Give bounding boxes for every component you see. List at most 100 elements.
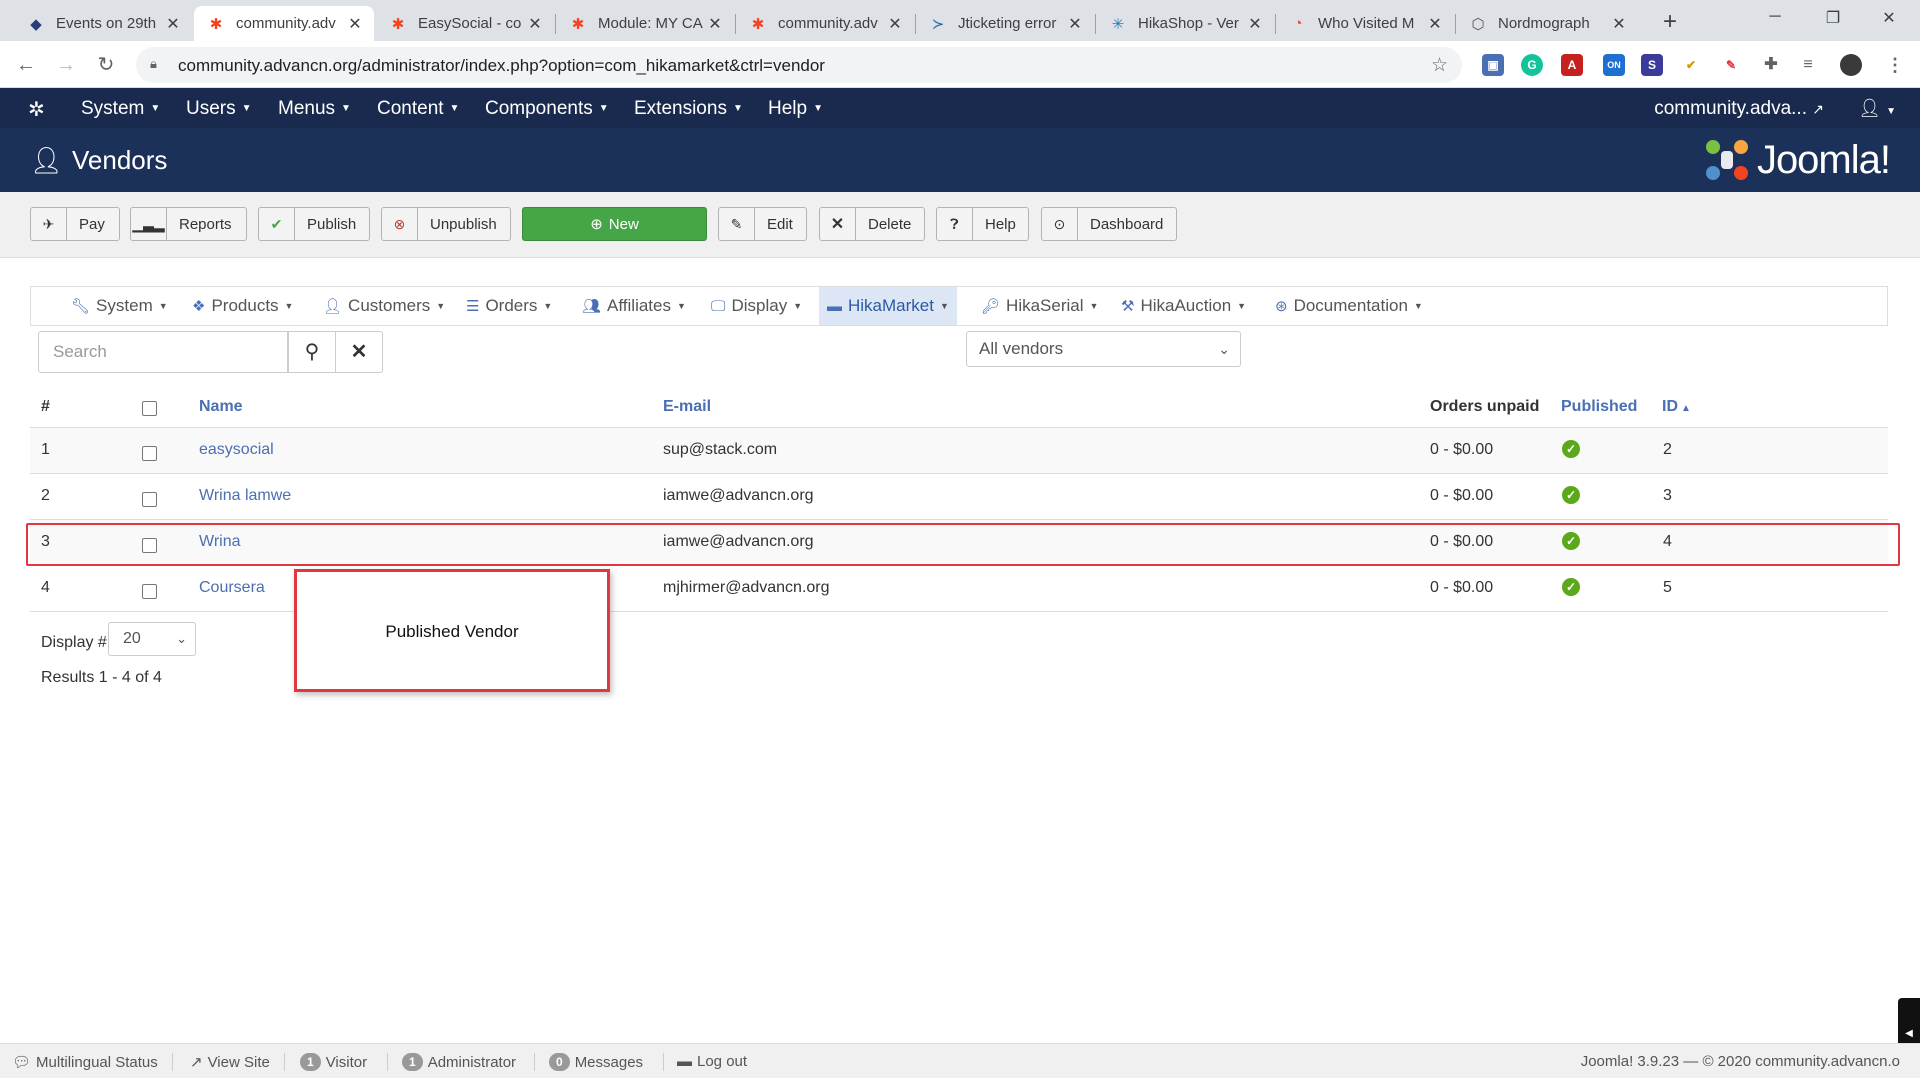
caret-down-icon: ▼	[598, 103, 609, 114]
header-name[interactable]: Name	[199, 398, 243, 416]
joomla-logo-icon	[1705, 140, 1748, 180]
circle-icon: ◔	[1293, 15, 1303, 32]
administrators-status[interactable]: 1 Administrator	[402, 1053, 516, 1071]
bookmark-star-icon[interactable]: ☆	[1431, 54, 1448, 77]
dashboard-icon: ⊙	[1042, 208, 1078, 240]
profile-avatar[interactable]	[1840, 54, 1862, 76]
browser-tab[interactable]: ✱ EasySocial - co ✕	[376, 6, 554, 41]
extension-icon[interactable]: ▣	[1482, 54, 1504, 76]
multilingual-status-link[interactable]: 💬︎ Multilingual Status	[12, 1053, 158, 1072]
browser-tab[interactable]: ✱ community.adv ✕	[736, 6, 914, 41]
close-window-icon[interactable]: ✕	[1874, 8, 1904, 28]
row-checkbox[interactable]	[142, 492, 157, 507]
close-icon[interactable]: ✕	[164, 14, 182, 34]
published-check-icon[interactable]: ✓	[1562, 486, 1580, 504]
pay-button[interactable]: ✈ Pay	[30, 207, 120, 241]
browser-tab[interactable]: ⬡ Nordmograph ✕	[1456, 6, 1638, 41]
hm-products[interactable]: ❖ Products ▼	[184, 287, 301, 325]
joomla-logo-icon[interactable]: ✲	[28, 97, 45, 122]
pdf-icon[interactable]: A	[1561, 54, 1583, 76]
hm-hikaauction[interactable]: ⚒ HikaAuction ▼	[1113, 287, 1254, 325]
select-all-checkbox[interactable]	[142, 401, 157, 416]
vendor-name-link[interactable]: Coursera	[199, 579, 265, 597]
hm-display[interactable]: 🖵︎ Display ▼	[703, 287, 810, 325]
puzzle-icon[interactable]: ✚	[1760, 54, 1782, 76]
logout-link[interactable]: ▬ Log out	[677, 1053, 747, 1070]
hm-orders[interactable]: ☰ Orders ▼	[458, 287, 560, 325]
menu-help[interactable]: Help ▼	[768, 98, 823, 120]
published-check-icon[interactable]: ✓	[1562, 440, 1580, 458]
delete-button[interactable]: ✕ Delete	[819, 207, 925, 241]
vendor-name-link[interactable]: easysocial	[199, 441, 274, 459]
browser-tab[interactable]: ≻ Jticketing error ✕	[916, 6, 1094, 41]
hm-affiliates[interactable]: 👥︎ Affiliates ▼	[574, 287, 694, 325]
menu-menus[interactable]: Menus ▼	[278, 98, 351, 120]
back-icon[interactable]: ←	[12, 51, 40, 79]
close-icon[interactable]: ✕	[886, 14, 904, 34]
more-icon[interactable]: ⋮	[1884, 54, 1906, 76]
user-menu[interactable]: 👤︎ ▼	[1858, 98, 1896, 119]
browser-tab[interactable]: ◆ Events on 29th ✕	[14, 6, 192, 41]
browser-tab[interactable]: ✱ Module: MY CA ✕	[556, 6, 734, 41]
hm-customers[interactable]: 👤︎ Customers ▼	[315, 287, 453, 325]
browser-tab[interactable]: ◔ Who Visited M ✕	[1276, 6, 1454, 41]
restore-icon[interactable]: ❐	[1818, 8, 1848, 28]
dashboard-button[interactable]: ⊙ Dashboard	[1041, 207, 1177, 241]
s-extension-icon[interactable]: S	[1641, 54, 1663, 76]
new-button[interactable]: ⊕ New	[522, 207, 707, 241]
visitors-status[interactable]: 1 Visitor	[300, 1053, 367, 1071]
reading-list-icon[interactable]: ≡	[1797, 54, 1819, 76]
header-published[interactable]: Published	[1561, 398, 1637, 416]
edit-button[interactable]: ✎ Edit	[718, 207, 807, 241]
grammarly-icon[interactable]: G	[1521, 54, 1543, 76]
new-tab-icon[interactable]: +	[1656, 8, 1684, 36]
forward-icon[interactable]: →	[52, 51, 80, 79]
publish-button[interactable]: ✔ Publish	[258, 207, 370, 241]
on-extension-icon[interactable]: ON	[1603, 54, 1625, 76]
joomla-icon: ✱	[571, 15, 585, 33]
menu-components[interactable]: Components ▼	[485, 98, 609, 120]
view-site-link[interactable]: community.adva... ↗	[1654, 98, 1824, 120]
header-id[interactable]: ID ▲	[1662, 398, 1691, 416]
close-icon[interactable]: ✕	[346, 14, 364, 34]
menu-users[interactable]: Users ▼	[186, 98, 252, 120]
display-limit-select[interactable]: 20 ⌄	[108, 622, 196, 656]
vendor-name-link[interactable]: Wrina lamwe	[199, 487, 291, 505]
close-icon[interactable]: ✕	[526, 14, 544, 34]
reports-button[interactable]: ▁▃▂ Reports	[130, 207, 247, 241]
menu-extensions[interactable]: Extensions ▼	[634, 98, 743, 120]
hm-hikamarket[interactable]: ▬ HikaMarket ▼	[819, 287, 957, 325]
caret-down-icon: ▼	[813, 103, 823, 114]
search-button[interactable]: ⚲	[288, 331, 336, 373]
close-icon[interactable]: ✕	[1426, 14, 1444, 34]
unpublish-button[interactable]: ⊗ Unpublish	[381, 207, 511, 241]
menu-content[interactable]: Content ▼	[377, 98, 459, 120]
view-site-link[interactable]: ↗ View Site	[190, 1053, 270, 1072]
browser-tab[interactable]: ✳ HikaShop - Ver ✕	[1096, 6, 1274, 41]
vendor-user-icon: 👤︎	[30, 145, 64, 175]
menu-system[interactable]: System ▼	[81, 98, 160, 120]
minimize-icon[interactable]: ─	[1760, 8, 1790, 26]
check-extension-icon[interactable]: ✔	[1680, 54, 1702, 76]
url-field[interactable]: 🔒︎ community.advancn.org/administrator/i…	[136, 47, 1462, 83]
row-checkbox[interactable]	[142, 584, 157, 599]
close-icon[interactable]: ✕	[1066, 14, 1084, 34]
search-input[interactable]: Search	[38, 331, 288, 373]
hm-hikaserial[interactable]: 🔑︎ HikaSerial ▼	[973, 287, 1106, 325]
reload-icon[interactable]: ↻	[92, 51, 120, 79]
help-button[interactable]: ❓︎ Help	[936, 207, 1029, 241]
clear-search-button[interactable]: ✕	[335, 331, 383, 373]
hm-documentation[interactable]: ⊛ Documentation ▼	[1267, 287, 1431, 325]
vendor-filter-select[interactable]: All vendors ⌄	[966, 331, 1241, 367]
close-icon[interactable]: ✕	[1246, 14, 1264, 34]
row-checkbox[interactable]	[142, 446, 157, 461]
caret-down-icon: ▼	[449, 103, 460, 114]
pen-extension-icon[interactable]: ✎	[1720, 54, 1742, 76]
hm-system[interactable]: 🔧︎ System ▼	[63, 287, 176, 325]
close-icon[interactable]: ✕	[1610, 14, 1628, 34]
messages-status[interactable]: 0 Messages	[549, 1053, 643, 1071]
published-check-icon[interactable]: ✓	[1562, 578, 1580, 596]
header-email[interactable]: E-mail	[663, 398, 711, 416]
close-icon[interactable]: ✕	[706, 14, 724, 34]
browser-tab-active[interactable]: ✱ community.adv ✕	[194, 6, 374, 41]
